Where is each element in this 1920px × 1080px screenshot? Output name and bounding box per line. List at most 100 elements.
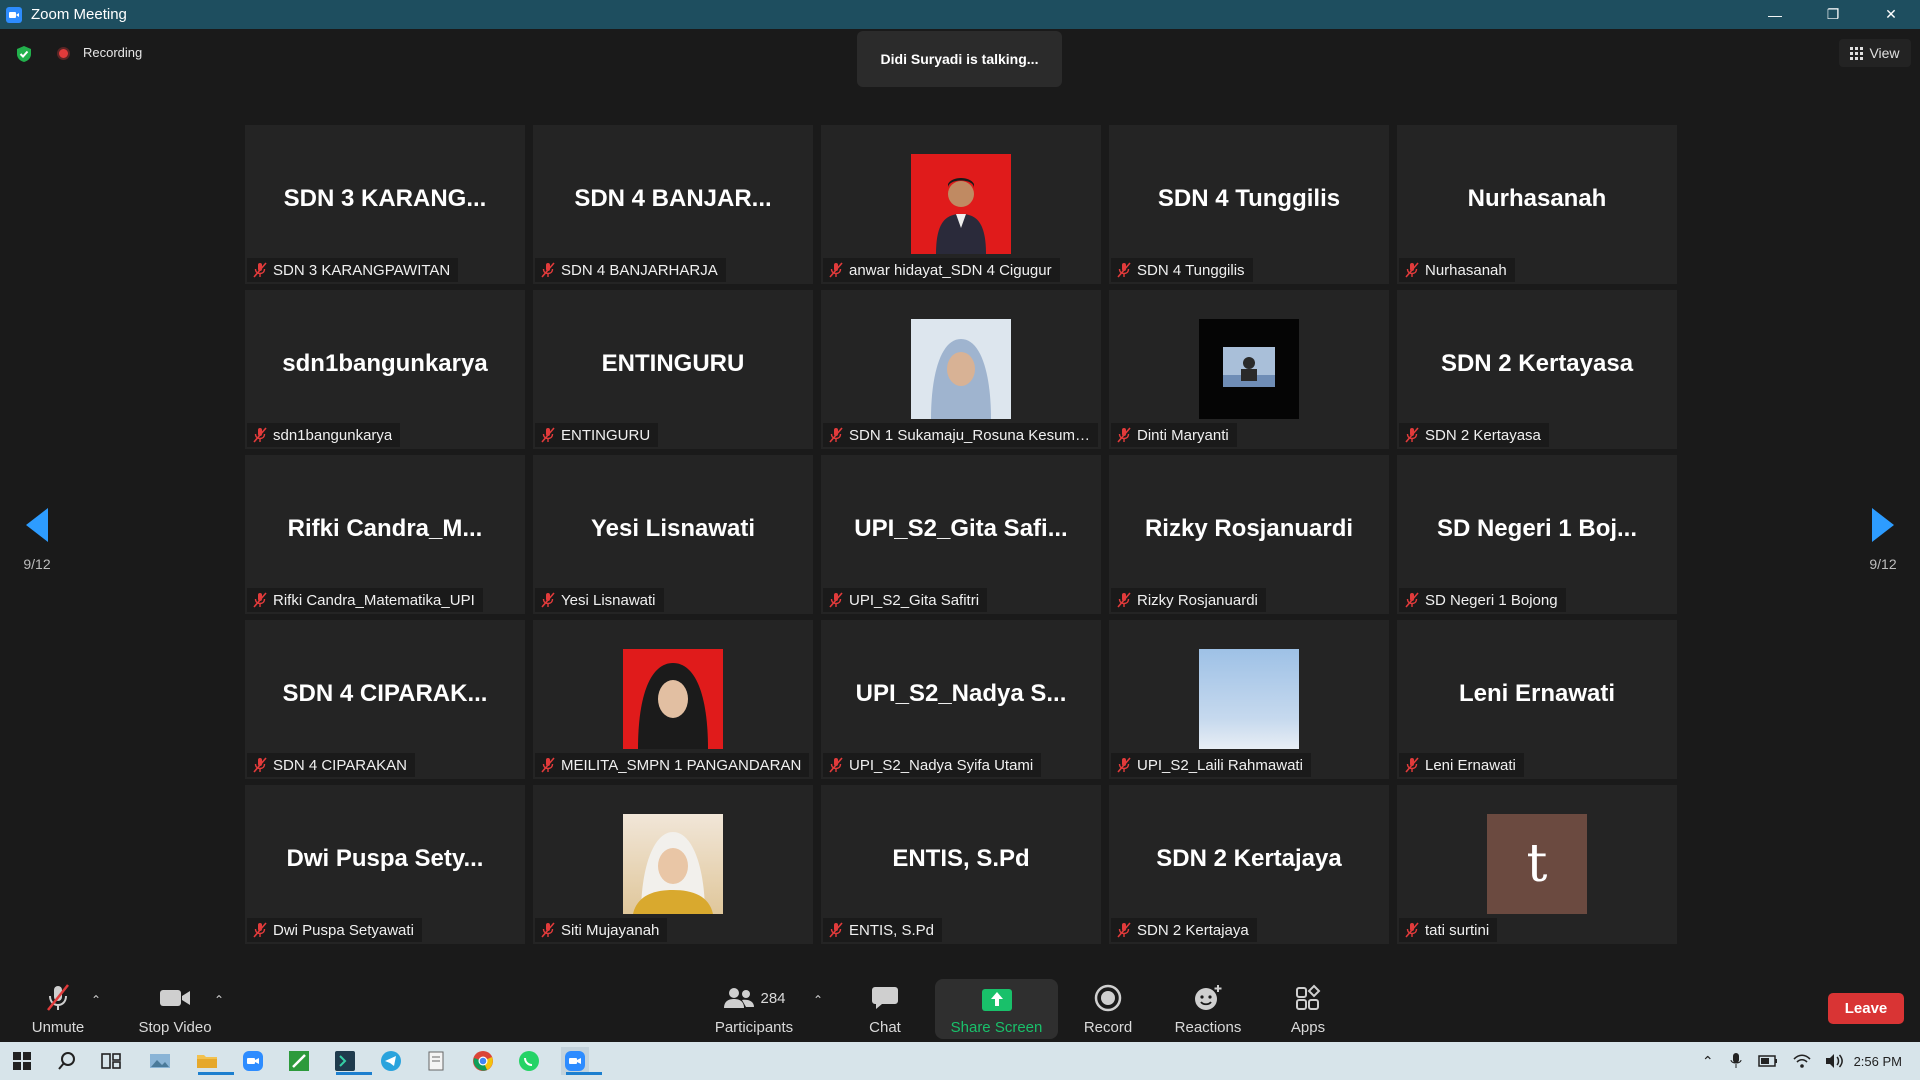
apps-button[interactable]: Apps bbox=[1287, 975, 1329, 1042]
participant-tile[interactable]: UPI_S2_Laili Rahmawati bbox=[1109, 620, 1389, 779]
grid-icon bbox=[1850, 46, 1864, 60]
zoom-taskbar-icon[interactable] bbox=[239, 1047, 267, 1075]
participant-tile[interactable]: Siti Mujayanah bbox=[533, 785, 813, 944]
participant-display-name: SDN 2 Kertayasa bbox=[1440, 350, 1634, 377]
chat-button[interactable]: Chat bbox=[865, 975, 905, 1042]
participant-display-name: UPI_S2_Nadya S... bbox=[855, 680, 1067, 707]
minimize-button[interactable]: — bbox=[1746, 0, 1804, 29]
participant-name: ENTIS, S.Pd bbox=[849, 921, 935, 939]
participant-tile[interactable]: Dwi Puspa Sety... Dwi Puspa Setyawati bbox=[245, 785, 525, 944]
restore-button[interactable]: ❐ bbox=[1804, 0, 1862, 29]
muted-mic-icon bbox=[541, 427, 555, 443]
participant-photo bbox=[1199, 649, 1299, 749]
participant-gallery: SDN 3 KARANG... SDN 3 KARANGPAWITAN SDN 4 … bbox=[245, 125, 1677, 945]
next-page-button[interactable]: 9/12 bbox=[1848, 485, 1918, 595]
taskbar-clock[interactable]: 2:56 PM bbox=[1854, 1054, 1902, 1069]
participant-tile[interactable]: Yesi Lisnawati Yesi Lisnawati bbox=[533, 455, 813, 614]
terminal-app-icon[interactable] bbox=[331, 1047, 372, 1075]
participants-options-caret-icon[interactable]: ⌃ bbox=[813, 993, 823, 1007]
participant-tile[interactable]: SDN 1 Sukamaju_Rosuna Kesuma... bbox=[821, 290, 1101, 449]
participant-tile[interactable]: SDN 4 CIPARAK... SDN 4 CIPARAKAN bbox=[245, 620, 525, 779]
participant-tile[interactable]: SDN 2 Kertajaya SDN 2 Kertajaya bbox=[1109, 785, 1389, 944]
participant-name: UPI_S2_Laili Rahmawati bbox=[1137, 756, 1303, 774]
participant-name: SDN 4 Tunggilis bbox=[1137, 261, 1245, 279]
file-explorer-icon[interactable] bbox=[193, 1047, 234, 1075]
page-indicator-left: 9/12 bbox=[23, 556, 51, 572]
participant-tile[interactable]: UPI_S2_Gita Safi... UPI_S2_Gita Safitri bbox=[821, 455, 1101, 614]
close-button[interactable]: ✕ bbox=[1862, 0, 1920, 29]
reactions-button[interactable]: Reactions bbox=[1172, 975, 1244, 1042]
task-view-icon[interactable] bbox=[97, 1047, 125, 1075]
title-bar: Zoom Meeting — ❐ ✕ bbox=[0, 0, 1920, 29]
participant-name: tati surtini bbox=[1425, 921, 1490, 939]
reactions-label: Reactions bbox=[1174, 1019, 1242, 1036]
wifi-icon[interactable] bbox=[1792, 1053, 1812, 1069]
arrow-right-icon bbox=[1872, 508, 1894, 542]
mic-muted-icon bbox=[42, 983, 74, 1013]
participant-photo bbox=[623, 649, 723, 749]
participant-name-label: UPI_S2_Gita Safitri bbox=[823, 588, 988, 612]
record-button[interactable]: Record bbox=[1083, 975, 1133, 1042]
search-icon[interactable] bbox=[53, 1047, 81, 1075]
share-screen-button[interactable]: Share Screen bbox=[935, 975, 1058, 1042]
volume-icon[interactable] bbox=[1824, 1053, 1844, 1069]
leave-button[interactable]: Leave bbox=[1828, 993, 1904, 1024]
microphone-tray-icon[interactable] bbox=[1728, 1051, 1744, 1071]
zoom-meeting-taskbar-icon[interactable] bbox=[561, 1047, 602, 1075]
participant-tile[interactable]: Dinti Maryanti bbox=[1109, 290, 1389, 449]
tray-overflow-chevron-icon[interactable]: ⌃ bbox=[1702, 1053, 1714, 1070]
unmute-button[interactable]: Unmute bbox=[25, 975, 91, 1042]
telegram-icon[interactable] bbox=[377, 1047, 405, 1075]
previous-page-button[interactable]: 9/12 bbox=[2, 485, 72, 595]
audio-options-caret-icon[interactable]: ⌃ bbox=[91, 993, 101, 1007]
participant-name-label: SDN 2 Kertajaya bbox=[1111, 918, 1257, 942]
view-button[interactable]: View bbox=[1839, 39, 1911, 67]
whatsapp-icon[interactable] bbox=[515, 1047, 543, 1075]
security-shield-icon[interactable] bbox=[15, 45, 33, 63]
battery-icon[interactable] bbox=[1757, 1054, 1778, 1068]
participant-name-label: UPI_S2_Laili Rahmawati bbox=[1111, 753, 1311, 777]
photos-app-icon[interactable] bbox=[146, 1047, 174, 1075]
pen-app-icon[interactable] bbox=[285, 1047, 313, 1075]
video-options-caret-icon[interactable]: ⌃ bbox=[214, 993, 224, 1007]
participant-tile[interactable]: anwar hidayat_SDN 4 Cigugur bbox=[821, 125, 1101, 284]
windows-taskbar: ⌃ 2:56 PM bbox=[0, 1042, 1920, 1080]
participant-name-label: SDN 4 BANJARHARJA bbox=[535, 258, 726, 282]
participant-tile[interactable]: ENTINGURU ENTINGURU bbox=[533, 290, 813, 449]
muted-mic-icon bbox=[1117, 757, 1131, 773]
participant-name: Siti Mujayanah bbox=[561, 921, 660, 939]
participant-tile[interactable]: MEILITA_SMPN 1 PANGANDARAN bbox=[533, 620, 813, 779]
participant-name-label: tati surtini bbox=[1399, 918, 1498, 942]
participant-tile[interactable]: t tati surtini bbox=[1397, 785, 1677, 944]
participant-tile[interactable]: SD Negeri 1 Boj... SD Negeri 1 Bojong bbox=[1397, 455, 1677, 614]
file-explorer-active-indicator bbox=[198, 1072, 234, 1075]
windows-start-icon[interactable] bbox=[8, 1047, 36, 1075]
participant-name-label: Rizky Rosjanuardi bbox=[1111, 588, 1266, 612]
notes-app-icon[interactable] bbox=[423, 1047, 451, 1075]
participant-name-label: UPI_S2_Nadya Syifa Utami bbox=[823, 753, 1042, 777]
participant-tile[interactable]: SDN 4 Tunggilis SDN 4 Tunggilis bbox=[1109, 125, 1389, 284]
participant-name: UPI_S2_Nadya Syifa Utami bbox=[849, 756, 1034, 774]
participant-display-name: Rifki Candra_M... bbox=[287, 515, 483, 542]
chrome-icon[interactable] bbox=[469, 1047, 497, 1075]
participant-tile[interactable]: SDN 2 Kertayasa SDN 2 Kertayasa bbox=[1397, 290, 1677, 449]
participant-name-label: Siti Mujayanah bbox=[535, 918, 668, 942]
participant-tile[interactable]: sdn1bangunkarya sdn1bangunkarya bbox=[245, 290, 525, 449]
participant-tile[interactable]: ENTIS, S.Pd ENTIS, S.Pd bbox=[821, 785, 1101, 944]
participant-display-name: Dwi Puspa Sety... bbox=[286, 845, 484, 872]
muted-mic-icon bbox=[541, 262, 555, 278]
system-tray: ⌃ 2:56 PM bbox=[1702, 1042, 1920, 1080]
participant-photo bbox=[623, 814, 723, 914]
participant-name: SDN 4 CIPARAKAN bbox=[273, 756, 407, 774]
participant-tile[interactable]: Nurhasanah Nurhasanah bbox=[1397, 125, 1677, 284]
participant-tile[interactable]: Rizky Rosjanuardi Rizky Rosjanuardi bbox=[1109, 455, 1389, 614]
participant-name-label: SDN 3 KARANGPAWITAN bbox=[247, 258, 459, 282]
participant-tile[interactable]: Leni Ernawati Leni Ernawati bbox=[1397, 620, 1677, 779]
participant-tile[interactable]: SDN 3 KARANG... SDN 3 KARANGPAWITAN bbox=[245, 125, 525, 284]
participants-button[interactable]: 284 Participants bbox=[710, 975, 798, 1042]
participant-tile[interactable]: SDN 4 BANJAR... SDN 4 BANJARHARJA bbox=[533, 125, 813, 284]
window-controls: — ❐ ✕ bbox=[1746, 0, 1920, 29]
participant-tile[interactable]: UPI_S2_Nadya S... UPI_S2_Nadya Syifa Utam… bbox=[821, 620, 1101, 779]
stop-video-button[interactable]: Stop Video bbox=[134, 975, 216, 1042]
participant-tile[interactable]: Rifki Candra_M... Rifki Candra_Matematika… bbox=[245, 455, 525, 614]
